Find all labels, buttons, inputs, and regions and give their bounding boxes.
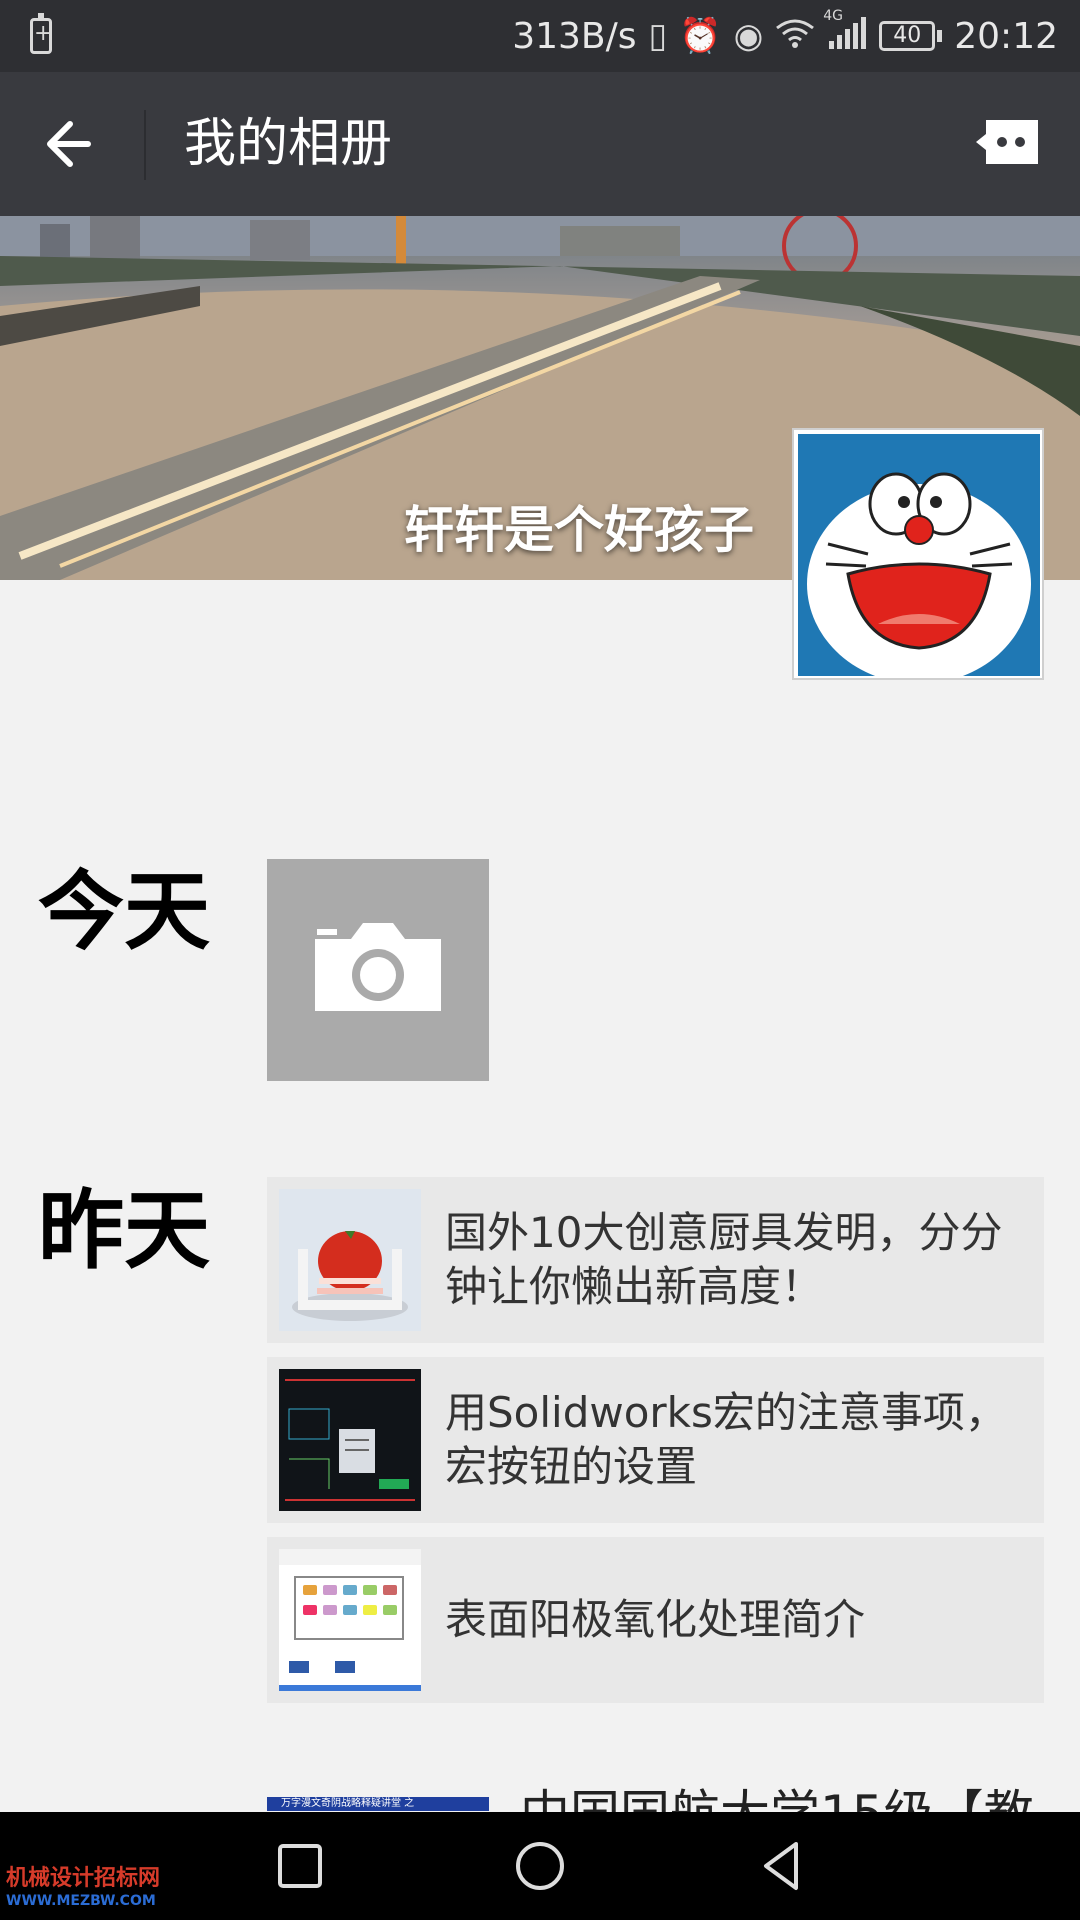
back-nav-button[interactable] — [752, 1836, 812, 1896]
battery-level: 40 — [879, 21, 936, 51]
post-title[interactable]: 中国国航大学15级【教 — [520, 1786, 1034, 1812]
watermark-url: WWW.MEZBW.COM — [6, 1893, 156, 1909]
watermark: 机械设计招标网 WWW.MEZBW.COM — [6, 1868, 160, 1912]
triangle-back-icon — [764, 1842, 798, 1890]
alarm-icon: ⏰ — [679, 16, 722, 56]
post-thumbnail[interactable]: 万字漫文奇阴战略释疑讲堂 之 — [267, 1797, 489, 1811]
thumbnail-caption: 万字漫文奇阴战略释疑讲堂 之 — [281, 1798, 415, 1809]
back-arrow-icon — [47, 121, 91, 167]
message-button[interactable] — [974, 118, 1042, 168]
camera-icon — [315, 923, 441, 1011]
vibrate-icon: ▯ — [648, 16, 668, 56]
title-bar: 我的相册 — [0, 72, 1080, 216]
home-button[interactable] — [510, 1836, 570, 1896]
post-title: 用Solidworks宏的注意事项，宏按钮的设置 — [445, 1388, 1007, 1491]
day-label-yesterday: 昨天 — [38, 1181, 210, 1281]
page-title: 我的相册 — [184, 114, 393, 174]
signal-icon: 4G — [823, 9, 867, 55]
day-label-today: 今天 — [38, 862, 210, 962]
system-nav-bar — [0, 1812, 1080, 1920]
back-button[interactable] — [38, 112, 108, 176]
network-speed: 313B/s — [512, 15, 637, 57]
profile-avatar[interactable] — [792, 428, 1044, 684]
status-bar: 313B/s ▯ ⏰ ◉ 4G 40 20:12 — [0, 0, 1080, 72]
list-item[interactable]: 用Solidworks宏的注意事项，宏按钮的设置 — [267, 1357, 1044, 1523]
battery-icon: 40 — [879, 21, 943, 51]
recents-button[interactable] — [270, 1836, 330, 1896]
title-divider — [144, 110, 146, 180]
list-item[interactable]: 国外10大创意厨具发明，分分钟让你懒出新高度！ — [267, 1177, 1044, 1343]
post-title: 国外10大创意厨具发明，分分钟让你懒出新高度！ — [445, 1208, 1003, 1311]
post-thumbnail — [279, 1369, 421, 1511]
square-icon — [278, 1844, 322, 1888]
post-thumbnail — [279, 1549, 421, 1691]
list-item[interactable]: 表面阳极氧化处理简介 — [267, 1537, 1044, 1703]
network-type: 4G — [823, 8, 844, 24]
watermark-text: 机械设计招标网 — [6, 1866, 161, 1891]
clock: 20:12 — [954, 15, 1058, 57]
battery-saver-icon — [30, 13, 52, 54]
profile-nickname: 轩轩是个好孩子 — [404, 501, 754, 559]
post-thumbnail — [279, 1189, 421, 1331]
circle-icon — [516, 1842, 564, 1890]
post-title: 表面阳极氧化处理简介 — [445, 1595, 866, 1644]
wifi-icon — [775, 18, 815, 54]
eye-comfort-icon: ◉ — [733, 16, 764, 56]
chat-bubble-icon — [976, 120, 1038, 164]
add-photo-button[interactable] — [267, 859, 489, 1081]
